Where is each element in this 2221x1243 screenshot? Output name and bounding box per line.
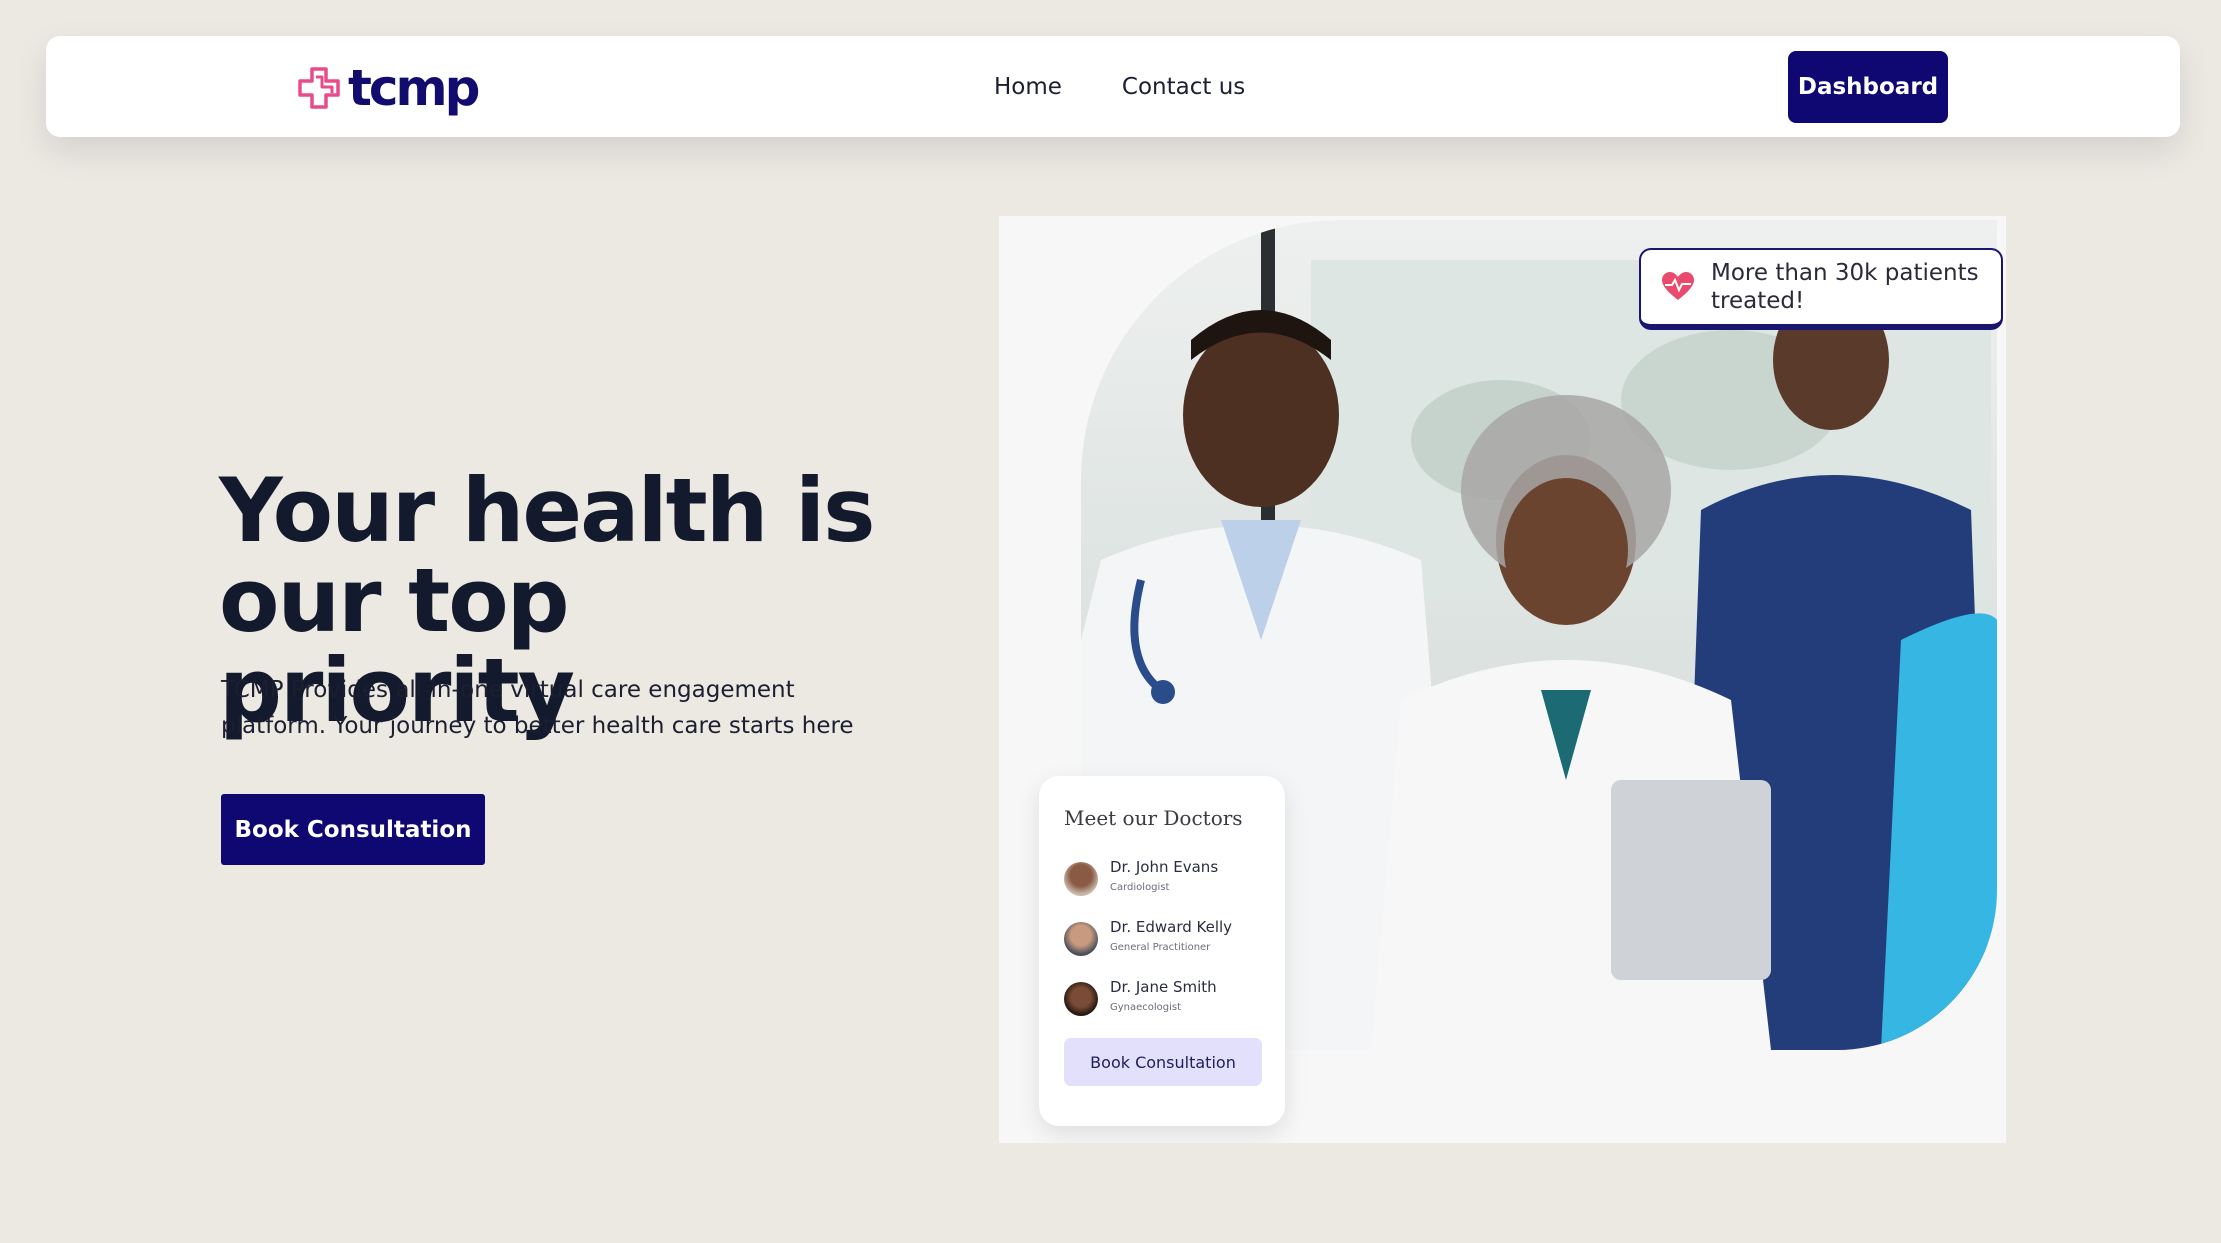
doctor-item[interactable]: Dr. Jane Smith Gynaecologist — [1064, 976, 1274, 1026]
doctor-role: Cardiologist — [1110, 882, 1170, 893]
book-consultation-button[interactable]: Book Consultation — [221, 794, 485, 865]
brand-name: tcmp — [348, 59, 480, 117]
nav-link-contact[interactable]: Contact us — [1122, 74, 1245, 100]
patients-stat-card: More than 30k patients treated! — [1639, 248, 2003, 330]
medical-cross-icon — [298, 67, 340, 109]
avatar — [1064, 982, 1098, 1016]
doctor-name: Dr. Jane Smith — [1110, 978, 1217, 996]
nav-links: Home Contact us — [994, 36, 1245, 137]
hero-subtitle-line1: TCMP Provides all-in-one virtual care en… — [221, 677, 795, 703]
doctor-item[interactable]: Dr. Edward Kelly General Practitioner — [1064, 916, 1274, 966]
hero-subtitle: TCMP Provides all-in-one virtual care en… — [221, 672, 881, 744]
doctor-item[interactable]: Dr. John Evans Cardiologist — [1064, 856, 1274, 906]
stat-line2: treated! — [1711, 288, 1805, 314]
meet-doctors-title: Meet our Doctors — [1064, 806, 1243, 830]
doctor-name: Dr. John Evans — [1110, 858, 1219, 876]
avatar — [1064, 922, 1098, 956]
dashboard-button[interactable]: Dashboard — [1788, 51, 1948, 123]
card-book-consultation-button[interactable]: Book Consultation — [1064, 1038, 1262, 1086]
hero-image: More than 30k patients treated! Meet our… — [999, 216, 2006, 1143]
doctor-role: General Practitioner — [1110, 942, 1211, 953]
doctor-name: Dr. Edward Kelly — [1110, 918, 1233, 936]
top-navbar: tcmp Home Contact us Dashboard — [46, 36, 2180, 137]
brand-logo[interactable]: tcmp — [296, 58, 480, 118]
nav-link-home[interactable]: Home — [994, 74, 1062, 100]
patients-stat-text: More than 30k patients treated! — [1711, 259, 2001, 315]
stat-line1: More than 30k patients — [1711, 260, 1979, 286]
meet-doctors-card: Meet our Doctors Dr. John Evans Cardiolo… — [1039, 776, 1285, 1126]
hero-subtitle-line2: platform. Your journey to better health … — [221, 713, 854, 739]
doctor-role: Gynaecologist — [1110, 1002, 1182, 1013]
heart-pulse-icon — [1662, 272, 1694, 300]
avatar — [1064, 862, 1098, 896]
hero-title-line1: Your health is — [219, 459, 876, 562]
